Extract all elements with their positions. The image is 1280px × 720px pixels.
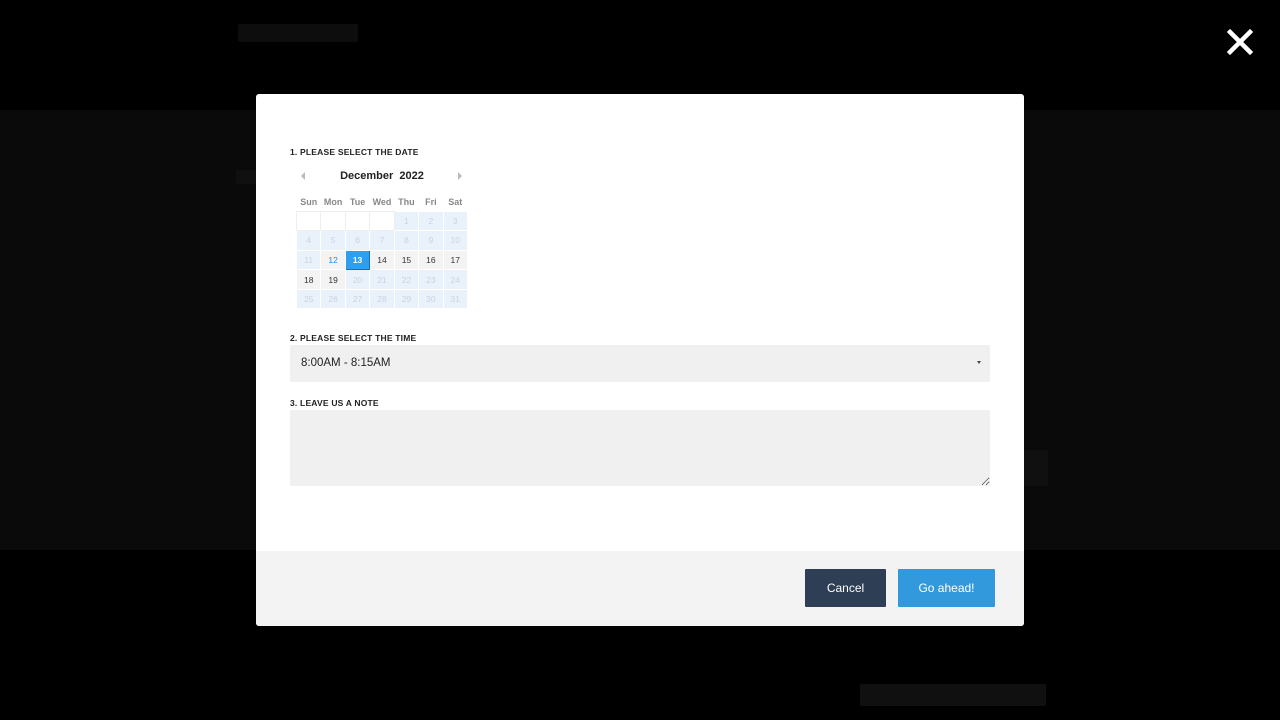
calendar-day: 27	[344, 288, 371, 310]
calendar-day: 30	[418, 288, 444, 310]
calendar-day: 29	[393, 288, 420, 310]
calendar-day: 25	[295, 288, 322, 310]
calendar-day: 2	[418, 210, 444, 232]
calendar-day[interactable]: 18	[295, 269, 322, 290]
close-button[interactable]	[1222, 24, 1258, 60]
calendar-day-selected[interactable]: 13	[344, 249, 371, 271]
calendar-week-row: 11 12 13 14 15 16 17	[295, 249, 469, 271]
weekday-header: Sat	[448, 196, 463, 207]
calendar-week-row: 18 19 20 21 22 23 24	[295, 269, 469, 290]
calendar-day: 3	[442, 210, 469, 232]
calendar-year: 2022	[399, 170, 424, 182]
calendar-week-row: 123	[295, 210, 469, 232]
note-textarea[interactable]	[290, 410, 990, 486]
calendar-day: 1	[393, 210, 420, 232]
calendar-day: 4	[295, 230, 322, 251]
weekday-header: Fri	[425, 196, 437, 207]
calendar-month: December	[340, 170, 394, 182]
calendar-day[interactable]: 16	[418, 249, 444, 271]
calendar-day[interactable]: 12	[320, 249, 346, 271]
cancel-button[interactable]: Cancel	[805, 569, 886, 607]
calendar-day: 24	[442, 269, 469, 290]
calendar-day: 21	[369, 269, 395, 290]
calendar-empty-cell	[369, 210, 395, 232]
background-block	[860, 684, 1046, 706]
calendar-grid: Sun Mon Tue Wed Thu Fri Sat 1 2 3 4 5 6 7 8 9 10 1…	[295, 193, 469, 310]
background-block	[1024, 450, 1048, 486]
weekday-header: Tue	[349, 196, 366, 207]
calendar-days: 1 2 3 4 5 6 7 8 9 10 11 12 13 14 15 16 17 18 19 20 21 22 23 24 2…	[295, 210, 469, 310]
calendar-empty-cell	[344, 210, 371, 232]
calendar-day: 11	[295, 249, 322, 271]
date-picker: December 2022 Sun Mon Tue Wed Thu Fri Sa…	[295, 166, 469, 310]
calendar-day[interactable]: 17	[442, 249, 469, 271]
calendar-day[interactable]: 14	[369, 249, 395, 271]
calendar-day: 7	[369, 230, 395, 251]
calendar-day: 9	[418, 230, 444, 251]
calendar-week-row: 25 26 27 28 29 30 31	[295, 288, 469, 310]
modal-footer: Cancel Go ahead!	[256, 551, 1024, 626]
calendar-empty-cell	[295, 210, 322, 232]
calendar-day: 31	[442, 288, 469, 310]
weekday-row: Sun Mon Tue Wed Thu Fri Sat	[297, 193, 468, 211]
calendar-header: December 2022	[296, 166, 468, 188]
calendar-day[interactable]: 15	[393, 249, 420, 271]
calendar-day: 22	[393, 269, 420, 290]
background-logo	[238, 24, 358, 42]
calendar-day: 10	[442, 230, 469, 251]
calendar-day: 23	[418, 269, 444, 290]
caret-down-icon	[977, 361, 981, 364]
modal-body: 1. PLEASE SELECT THE DATE December 2022 …	[256, 94, 1024, 551]
calendar-day: 5	[320, 230, 346, 251]
close-icon	[1226, 28, 1254, 56]
weekday-header: Thu	[398, 196, 415, 207]
weekday-header: Sun	[300, 196, 318, 207]
calendar-day: 20	[344, 269, 371, 290]
note-label: 3. LEAVE US A NOTE	[290, 398, 379, 408]
time-select[interactable]: 8:00AM - 8:15AM	[290, 345, 990, 382]
chevron-right-icon[interactable]	[458, 172, 462, 180]
calendar-day: 28	[369, 288, 395, 310]
time-label: 2. PLEASE SELECT THE TIME	[290, 333, 417, 343]
booking-modal: 1. PLEASE SELECT THE DATE December 2022 …	[256, 94, 1024, 626]
time-select-value: 8:00AM - 8:15AM	[301, 357, 391, 369]
calendar-week-row: 4 5 6 7 8 9 10	[295, 230, 469, 251]
calendar-day: 6	[344, 230, 371, 251]
calendar-day[interactable]: 19	[320, 269, 346, 290]
calendar-day: 8	[393, 230, 420, 251]
calendar-empty-cell	[320, 210, 346, 232]
calendar-title: December 2022	[296, 170, 468, 182]
date-label: 1. PLEASE SELECT THE DATE	[290, 147, 419, 157]
calendar-day: 26	[320, 288, 346, 310]
weekday-header: Mon	[323, 196, 343, 207]
weekday-header: Wed	[372, 196, 392, 207]
go-ahead-button[interactable]: Go ahead!	[898, 569, 995, 607]
